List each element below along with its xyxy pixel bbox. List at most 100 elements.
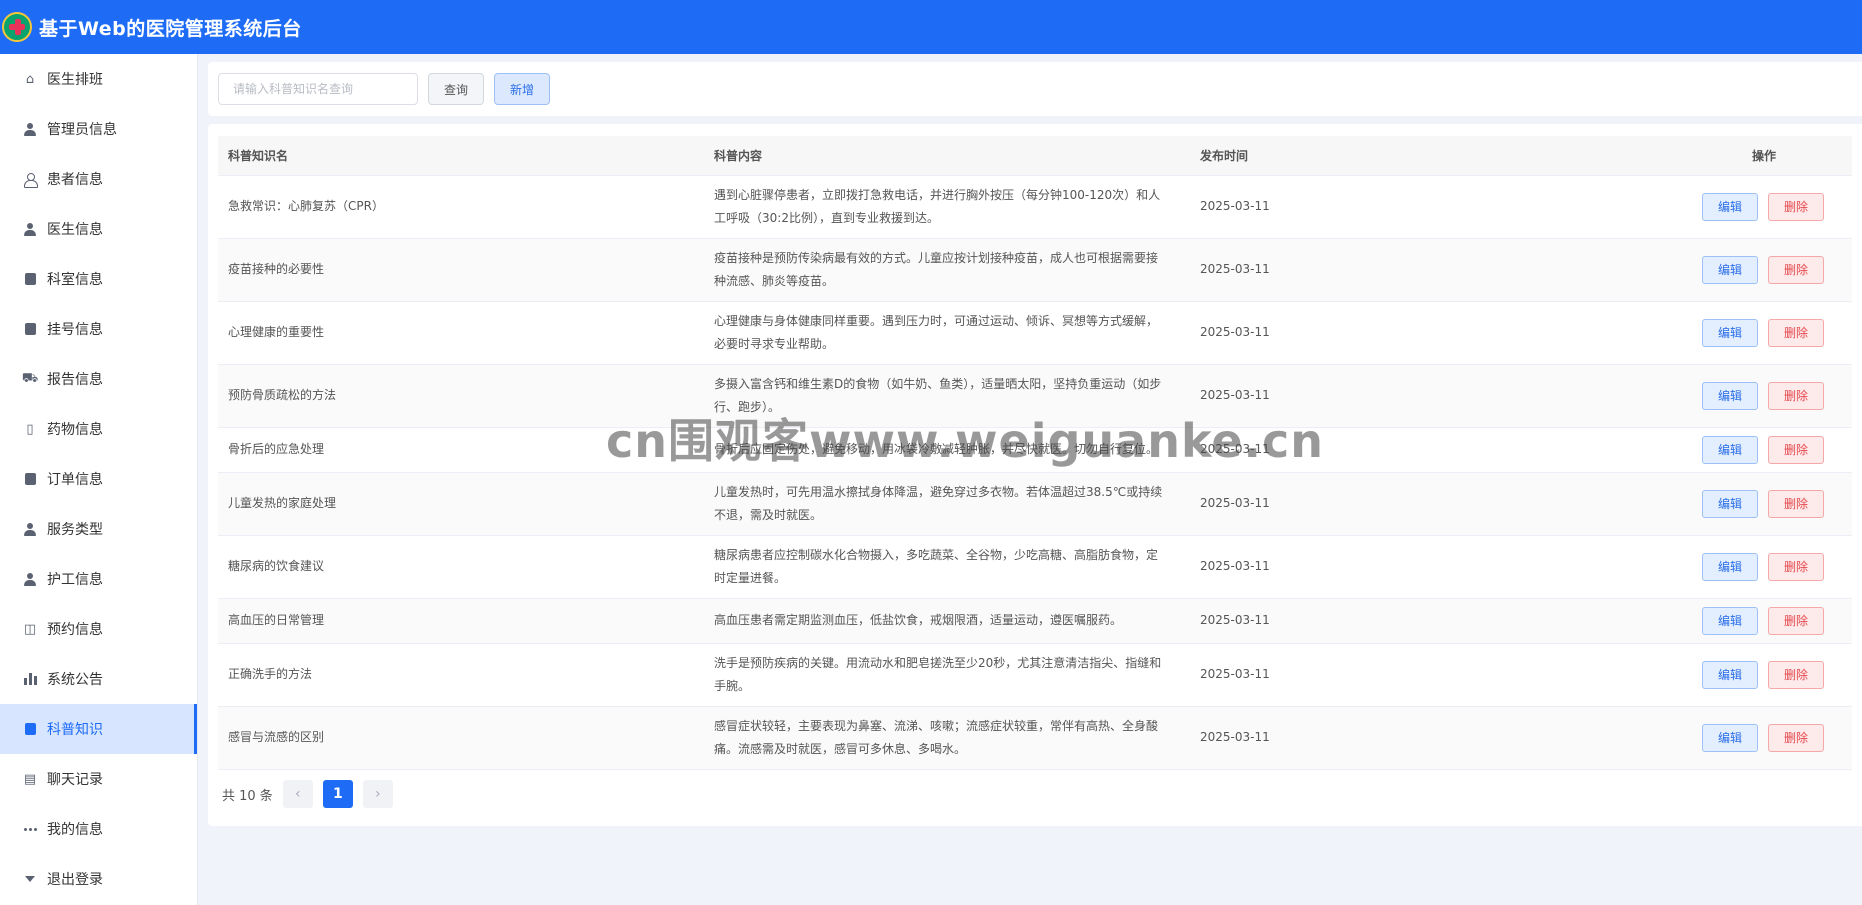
more-dots-icon (23, 822, 37, 836)
caret-down-icon (23, 872, 37, 886)
delete-button[interactable]: 删除 (1768, 552, 1824, 581)
page-number-button[interactable]: 1 (322, 780, 353, 808)
table-header-row: 科普知识名 科普内容 发布时间 操作 (218, 136, 1852, 176)
column-header-time: 发布时间 (1190, 136, 1676, 176)
column-header-content: 科普内容 (704, 136, 1190, 176)
add-button[interactable]: 新增 (494, 73, 550, 105)
sidebar-item-my-info[interactable]: 我的信息 (0, 804, 197, 854)
cell-name: 心理健康的重要性 (218, 301, 704, 365)
cell-ops: 编辑 删除 (1676, 535, 1852, 599)
chat-icon: ▤ (23, 771, 37, 787)
delete-button[interactable]: 删除 (1768, 723, 1824, 752)
sidebar-item-label: 药物信息 (47, 422, 103, 438)
sidebar-item-label: 医生信息 (47, 222, 103, 238)
edit-button[interactable]: 编辑 (1702, 723, 1758, 752)
sidebar-item-science-knowledge[interactable]: 科普知识 (0, 704, 197, 754)
table-row: 高血压的日常管理 高血压患者需定期监测血压，低盐饮食，戒烟限酒，适量运动，遵医嘱… (218, 598, 1852, 644)
cell-time: 2025-03-11 (1190, 364, 1676, 428)
cell-ops: 编辑 删除 (1676, 598, 1852, 644)
delete-button[interactable]: 删除 (1768, 489, 1824, 518)
app-title: 基于Web的医院管理系统后台 (39, 17, 302, 40)
knowledge-table: 科普知识名 科普内容 发布时间 操作 急救常识：心肺复苏（CPR） 遇到心脏骤停… (218, 136, 1852, 770)
sidebar-item-label: 患者信息 (47, 172, 103, 188)
sidebar-item-label: 报告信息 (47, 372, 103, 388)
cell-content: 儿童发热时，可先用温水擦拭身体降温，避免穿过多衣物。若体温超过38.5℃或持续不… (704, 472, 1190, 536)
edit-button[interactable]: 编辑 (1702, 381, 1758, 410)
cell-content: 糖尿病患者应控制碳水化合物摄入，多吃蔬菜、全谷物，少吃高糖、高脂肪食物，定时定量… (704, 535, 1190, 599)
sidebar-item-label: 护工信息 (47, 572, 103, 588)
sidebar-item-label: 退出登录 (47, 872, 103, 888)
sidebar-item-service-type[interactable]: 服务类型 (0, 504, 197, 554)
sidebar-nav: ⌂ 医生排班 管理员信息 患者信息 医生信息 科室信息 挂号信息 ⛟ 报告信息 … (0, 54, 198, 905)
column-header-ops: 操作 (1676, 136, 1852, 176)
sidebar-item-registration-info[interactable]: 挂号信息 (0, 304, 197, 354)
edit-button[interactable]: 编辑 (1702, 660, 1758, 689)
sidebar-item-label: 我的信息 (47, 822, 103, 838)
sidebar-item-medicine-info[interactable]: ▯ 药物信息 (0, 404, 197, 454)
cell-name: 糖尿病的饮食建议 (218, 535, 704, 599)
prev-page-button[interactable]: ‹ (282, 780, 313, 808)
edit-button[interactable]: 编辑 (1702, 489, 1758, 518)
cell-time: 2025-03-11 (1190, 643, 1676, 707)
cell-time: 2025-03-11 (1190, 598, 1676, 644)
cell-time: 2025-03-11 (1190, 472, 1676, 536)
table-panel: 科普知识名 科普内容 发布时间 操作 急救常识：心肺复苏（CPR） 遇到心脏骤停… (208, 124, 1862, 826)
cell-ops: 编辑 删除 (1676, 427, 1852, 473)
user-icon (23, 572, 37, 586)
sidebar-item-caregiver-info[interactable]: 护工信息 (0, 554, 197, 604)
delete-button[interactable]: 删除 (1768, 192, 1824, 221)
search-input[interactable] (218, 73, 418, 105)
delete-button[interactable]: 删除 (1768, 255, 1824, 284)
sidebar-item-chat-records[interactable]: ▤ 聊天记录 (0, 754, 197, 804)
edit-button[interactable]: 编辑 (1702, 552, 1758, 581)
sidebar-item-admin-info[interactable]: 管理员信息 (0, 104, 197, 154)
delete-button[interactable]: 删除 (1768, 660, 1824, 689)
edit-button[interactable]: 编辑 (1702, 435, 1758, 464)
delete-button[interactable]: 删除 (1768, 381, 1824, 410)
sidebar-item-logout[interactable]: 退出登录 (0, 854, 197, 904)
sidebar-item-label: 科室信息 (47, 272, 103, 288)
delete-button[interactable]: 删除 (1768, 606, 1824, 635)
bag-outline-icon: ◫ (23, 621, 37, 637)
cell-name: 感冒与流感的区别 (218, 706, 704, 770)
table-row: 糖尿病的饮食建议 糖尿病患者应控制碳水化合物摄入，多吃蔬菜、全谷物，少吃高糖、高… (218, 535, 1852, 599)
cell-name: 高血压的日常管理 (218, 598, 704, 644)
user-icon (23, 222, 37, 236)
edit-button[interactable]: 编辑 (1702, 318, 1758, 347)
sidebar-item-label: 预约信息 (47, 622, 103, 638)
user-outline-icon (23, 172, 38, 188)
sidebar-item-doctor-schedule[interactable]: ⌂ 医生排班 (0, 54, 197, 104)
sidebar-item-label: 挂号信息 (47, 322, 103, 338)
sidebar-item-doctor-info[interactable]: 医生信息 (0, 204, 197, 254)
sidebar-item-patient-info[interactable]: 患者信息 (0, 154, 197, 204)
cell-name: 预防骨质疏松的方法 (218, 364, 704, 428)
sidebar-item-department-info[interactable]: 科室信息 (0, 254, 197, 304)
table-row: 骨折后的应急处理 骨折后应固定伤处，避免移动，用冰袋冷敷减轻肿胀，并尽快就医。切… (218, 427, 1852, 473)
table-row: 预防骨质疏松的方法 多摄入富含钙和维生素D的食物（如牛奶、鱼类），适量晒太阳，坚… (218, 364, 1852, 428)
clipboard-icon (23, 722, 37, 736)
table-row: 儿童发热的家庭处理 儿童发热时，可先用温水擦拭身体降温，避免穿过多衣物。若体温超… (218, 472, 1852, 536)
bar-chart-icon (23, 672, 37, 686)
next-page-button[interactable]: › (362, 780, 393, 808)
truck-icon: ⛟ (21, 370, 39, 386)
sidebar-item-report-info[interactable]: ⛟ 报告信息 (0, 354, 197, 404)
sidebar-item-label: 科普知识 (47, 722, 103, 738)
table-row: 疫苗接种的必要性 疫苗接种是预防传染病最有效的方式。儿童应按计划接种疫苗，成人也… (218, 238, 1852, 302)
sidebar-item-order-info[interactable]: 订单信息 (0, 454, 197, 504)
cell-content: 多摄入富含钙和维生素D的食物（如牛奶、鱼类），适量晒太阳，坚持负重运动（如步行、… (704, 364, 1190, 428)
cell-name: 急救常识：心肺复苏（CPR） (218, 175, 704, 239)
edit-button[interactable]: 编辑 (1702, 255, 1758, 284)
delete-button[interactable]: 删除 (1768, 435, 1824, 464)
cell-ops: 编辑 删除 (1676, 175, 1852, 239)
cell-time: 2025-03-11 (1190, 175, 1676, 239)
sidebar-item-system-notice[interactable]: 系统公告 (0, 654, 197, 704)
sidebar-item-appointment-info[interactable]: ◫ 预约信息 (0, 604, 197, 654)
query-button[interactable]: 查询 (428, 73, 484, 105)
cell-content: 心理健康与身体健康同样重要。遇到压力时，可通过运动、倾诉、冥想等方式缓解，必要时… (704, 301, 1190, 365)
delete-button[interactable]: 删除 (1768, 318, 1824, 347)
edit-button[interactable]: 编辑 (1702, 606, 1758, 635)
edit-button[interactable]: 编辑 (1702, 192, 1758, 221)
top-header: 基于Web的医院管理系统后台 (0, 0, 1862, 54)
clipboard-icon (23, 272, 37, 286)
cell-ops: 编辑 删除 (1676, 643, 1852, 707)
